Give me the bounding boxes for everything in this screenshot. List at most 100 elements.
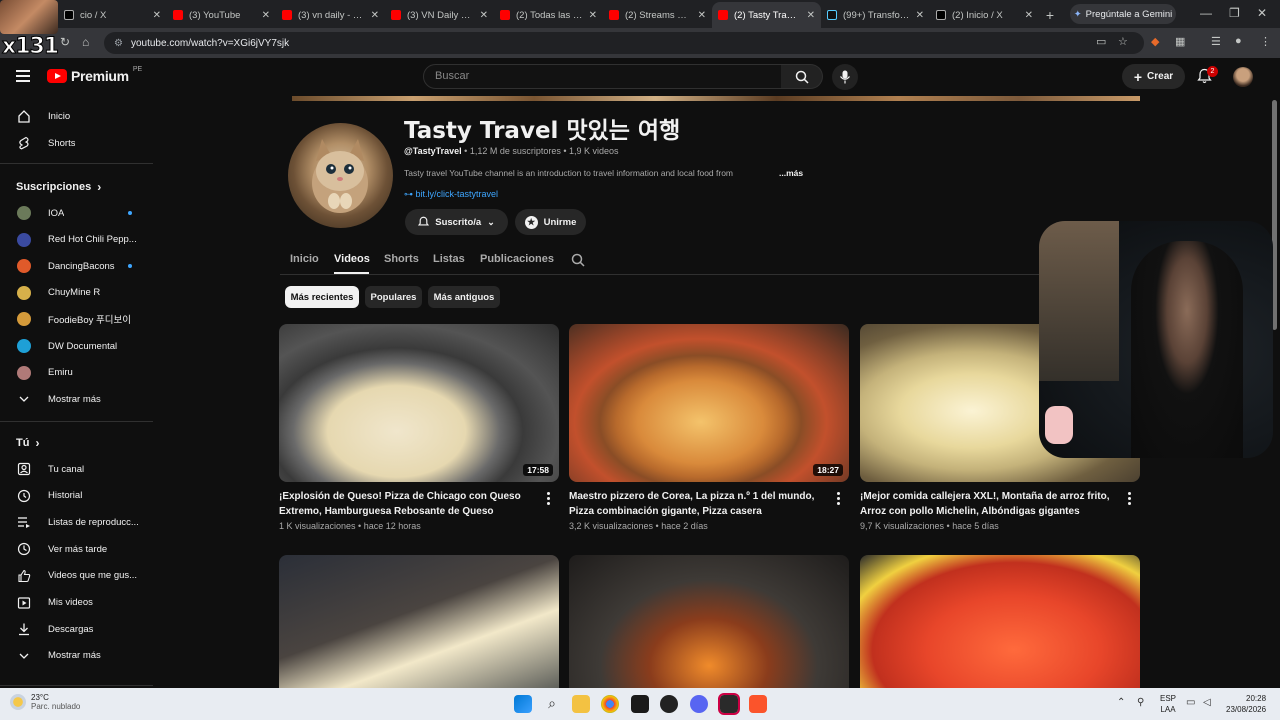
sidepanel-icon[interactable]: ☰ [1211,35,1221,48]
volume-icon[interactable]: ◁ [1203,697,1211,708]
tab-close-icon[interactable]: ✕ [262,10,270,21]
close-window-icon[interactable]: ✕ [1257,6,1267,20]
video-thumbnail[interactable]: 18:27 [569,324,849,482]
app-icon-3[interactable] [718,693,740,715]
app-icon-1[interactable] [631,695,649,713]
voice-search-button[interactable] [832,64,858,90]
video-title[interactable]: ¡Mejor comida callejera XXL!, Montaña de… [860,490,1120,519]
video-title[interactable]: Maestro pizzero de Corea, La pizza n.º 1… [569,490,829,519]
video-card[interactable] [860,555,1142,713]
chip-popular[interactable]: Populares [365,286,422,308]
video-more-options-icon[interactable] [1128,492,1132,505]
extension-icon[interactable]: ◆ [1151,35,1159,48]
weather-widget[interactable]: 23°C Parc. nublado [10,693,80,711]
home-browser-icon[interactable]: ⌂ [82,35,89,49]
channel-search-icon[interactable] [571,253,585,267]
channel-description[interactable]: Tasty travel YouTube channel is an intro… [404,168,814,178]
sidebar-show-more[interactable]: Mostrar más [0,386,153,412]
gemini-button[interactable]: ✦ Pregúntale a Gemini [1070,4,1176,24]
sidebar-you-item[interactable]: Listas de reproducc... [0,509,153,535]
tab-close-icon[interactable]: ✕ [1025,10,1033,21]
network-icon[interactable]: ▭ [1186,697,1195,708]
video-more-options-icon[interactable] [837,492,841,505]
restore-icon[interactable]: ❐ [1229,6,1240,20]
you-heading[interactable]: Tú › [16,436,39,450]
site-info-icon[interactable]: ⚙ [114,38,123,49]
sidebar-you-item[interactable]: Mis videos [0,590,153,616]
discord-icon[interactable] [690,695,708,713]
tab-close-icon[interactable]: ✕ [807,10,815,21]
browser-tab[interactable]: (2) Inicio / X ✕ [930,2,1039,28]
cast-icon[interactable]: ▭ [1096,35,1106,48]
tab-close-icon[interactable]: ✕ [371,10,379,21]
browser-tab[interactable]: (99+) Transformac ✕ [821,2,930,28]
sidebar-item-inicio[interactable]: Inicio [0,103,153,129]
video-card[interactable] [279,555,561,713]
new-tab-icon[interactable]: + [1039,2,1061,28]
tab-publicaciones[interactable]: Publicaciones [480,253,554,265]
video-card[interactable]: 17:58 ¡Explosión de Queso! Pizza de Chica… [279,324,561,544]
sidebar-subscription-item[interactable]: ChuyMine R [0,280,153,306]
tab-videos[interactable]: Videos [334,253,370,265]
tray-chevron-icon[interactable]: ⌃ [1117,697,1125,708]
sidebar-you-item[interactable]: Ver más tarde [0,536,153,562]
profile-icon[interactable]: ● [1235,35,1242,47]
sidebar-you-item[interactable]: Historial [0,483,153,509]
tab-close-icon[interactable]: ✕ [698,10,706,21]
youtube-premium-logo[interactable]: Premium PE [47,66,142,84]
chrome-icon[interactable] [601,695,619,713]
create-button[interactable]: + Crear [1122,64,1185,89]
tray-mic-icon[interactable]: ⚲ [1137,697,1144,708]
bookmark-star-icon[interactable]: ☆ [1118,35,1128,48]
browser-tab[interactable]: (2) Streams Que ✕ [603,2,712,28]
video-more-options-icon[interactable] [547,492,551,505]
video-thumbnail[interactable]: 17:58 [279,324,559,482]
url-omnibox[interactable]: ⚙ youtube.com/watch?v=XGi6jVY7sjk [104,32,1144,54]
tab-close-icon[interactable]: ✕ [153,10,161,21]
browser-tab[interactable]: (3) vn daily - You ✕ [276,2,385,28]
browser-tab[interactable]: (2) Todas las susc ✕ [494,2,603,28]
sidebar-you-item[interactable]: Tu canal [0,456,153,482]
sidebar-subscription-item[interactable]: DancingBacons [0,253,153,279]
video-card[interactable] [569,555,851,713]
hamburger-menu-icon[interactable] [16,70,30,82]
browser-tab[interactable]: (3) VN Daily Stud ✕ [385,2,494,28]
sidebar-subscription-item[interactable]: FoodieBoy 푸디보이 [0,306,153,332]
video-title[interactable]: ¡Explosión de Queso! Pizza de Chicago co… [279,490,539,519]
tab-inicio[interactable]: Inicio [290,253,319,265]
search-input[interactable]: Buscar [423,64,782,89]
start-icon[interactable] [514,695,532,713]
brave-icon[interactable] [749,695,767,713]
extensions-puzzle-icon[interactable]: ▦ [1175,35,1185,48]
sidebar-subscription-item[interactable]: DW Documental [0,333,153,359]
chip-recent[interactable]: Más recientes [285,286,359,308]
search-button[interactable] [781,64,823,89]
account-avatar[interactable] [1233,67,1253,87]
sidebar-subscription-item[interactable]: Emiru [0,360,153,386]
channel-avatar[interactable] [288,123,393,228]
reload-icon[interactable]: ↻ [60,35,70,49]
tab-listas[interactable]: Listas [433,253,465,265]
language-indicator[interactable]: ESP LAA [1160,693,1176,715]
description-more-link[interactable]: ...más [779,168,803,178]
minimize-icon[interactable]: — [1200,6,1212,20]
sidebar-subscription-item[interactable]: Red Hot Chili Pepp... [0,227,153,253]
sidebar-subscription-item[interactable]: IOA [0,200,153,226]
browser-tab[interactable]: cio / X ✕ [58,2,167,28]
app-icon-2[interactable] [660,695,678,713]
browser-tab[interactable]: (2) Tasty Travel 5 ✕ [712,2,821,28]
tab-close-icon[interactable]: ✕ [589,10,597,21]
sidebar-show-more[interactable]: Mostrar más [0,643,153,669]
subscriptions-heading[interactable]: Suscripciones › [16,180,101,194]
tab-close-icon[interactable]: ✕ [916,10,924,21]
browser-menu-icon[interactable]: ⋮ [1260,35,1271,48]
subscribed-button[interactable]: Suscrito/a ⌄ [405,209,508,235]
tab-shorts[interactable]: Shorts [384,253,419,265]
sidebar-you-item[interactable]: Descargas [0,616,153,642]
sidebar-you-item[interactable]: Videos que me gus... [0,563,153,589]
search-taskbar-icon[interactable]: ⌕ [543,695,561,713]
system-clock[interactable]: 20:28 23/08/2026 [1226,693,1266,715]
chip-oldest[interactable]: Más antiguos [428,286,500,308]
tab-close-icon[interactable]: ✕ [480,10,488,21]
file-explorer-icon[interactable] [572,695,590,713]
